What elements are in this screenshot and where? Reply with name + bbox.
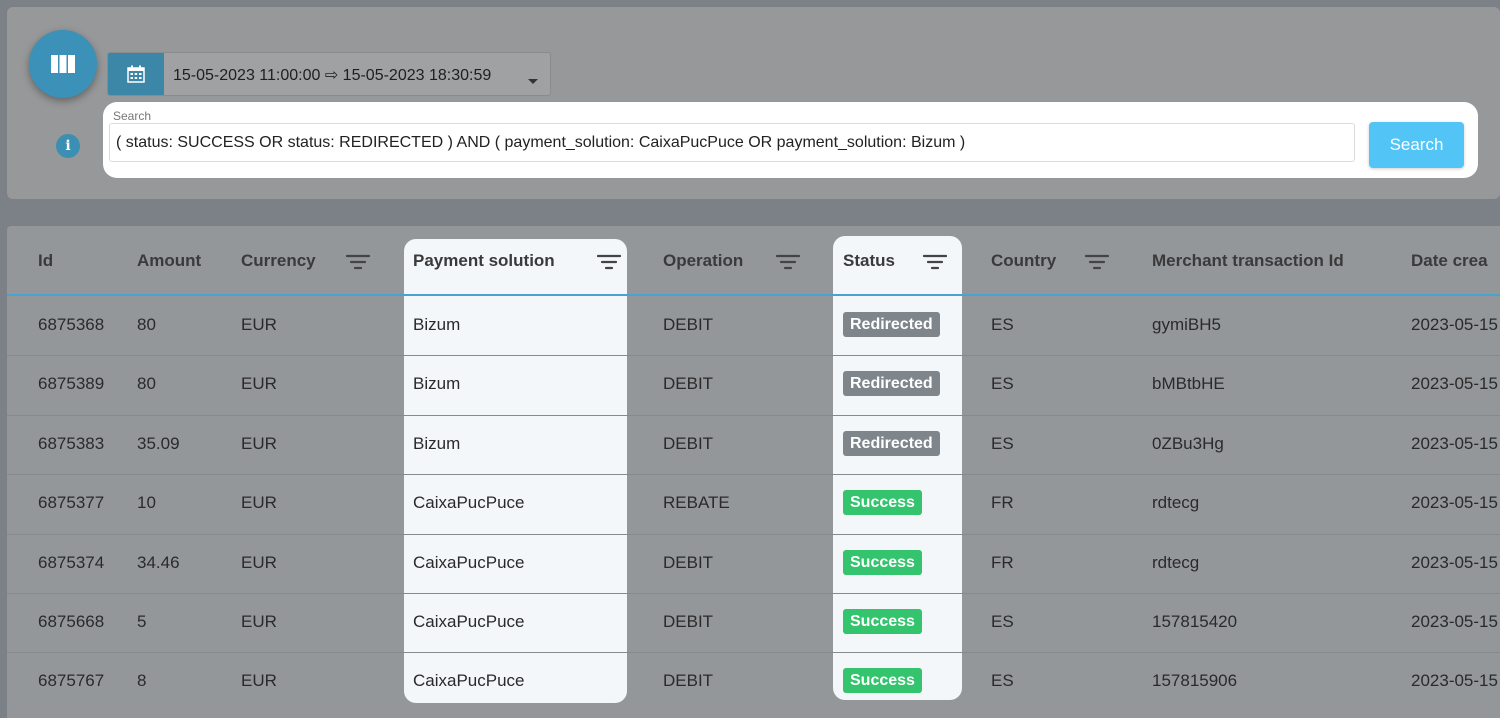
cell-date: 2023-05-15 [1411, 671, 1498, 690]
column-header-merchant-tx[interactable]: Merchant transaction Id [1152, 251, 1344, 271]
cell-amount: 80 [137, 374, 156, 393]
cell-payment-solution: CaixaPucPuce [413, 493, 525, 512]
cell-currency: EUR [241, 671, 277, 690]
cell-country: ES [991, 315, 1014, 334]
cell-country: FR [991, 493, 1014, 512]
columns-toggle-button[interactable] [29, 30, 97, 98]
status-badge: Success [843, 668, 922, 693]
date-range-picker[interactable]: 15-05-2023 11:00:00 ⇨ 15-05-2023 18:30:5… [107, 52, 551, 96]
header-divider [7, 294, 1500, 296]
column-header-id[interactable]: Id [38, 251, 53, 271]
cell-id: 6875668 [38, 612, 105, 631]
cell-operation: DEBIT [663, 612, 714, 631]
cell-amount: 8 [137, 671, 147, 690]
cell-payment-solution: Bizum [413, 434, 461, 453]
cell-merchant-tx: 0ZBu3Hg [1152, 434, 1224, 453]
cell-currency: EUR [241, 434, 277, 453]
calendar-icon [127, 65, 145, 83]
cell-operation: DEBIT [663, 374, 714, 393]
chevron-down-icon[interactable] [528, 79, 538, 84]
cell-amount: 80 [137, 315, 156, 334]
cell-date: 2023-05-15 [1411, 612, 1498, 631]
column-header-amount[interactable]: Amount [137, 251, 201, 271]
status-badge: Redirected [843, 371, 940, 396]
column-header-operation[interactable]: Operation [663, 251, 743, 271]
cell-amount: 35.09 [137, 434, 180, 453]
cell-date: 2023-05-15 [1411, 434, 1498, 453]
status-badge: Success [843, 550, 922, 575]
cell-merchant-tx: rdtecg [1152, 553, 1200, 572]
search-card: Search Search [103, 102, 1478, 178]
payment-solution-column-highlight [404, 239, 627, 703]
cell-country: FR [991, 553, 1014, 572]
cell-country: ES [991, 434, 1014, 453]
cell-operation: DEBIT [663, 315, 714, 334]
cell-country: ES [991, 612, 1014, 631]
cell-id: 6875389 [38, 374, 105, 393]
cell-date: 2023-05-15 [1411, 374, 1498, 393]
column-header-country[interactable]: Country [991, 251, 1056, 271]
row-divider [7, 534, 1500, 535]
cell-payment-solution: CaixaPucPuce [413, 553, 525, 572]
cell-id: 6875767 [38, 671, 105, 690]
cell-country: ES [991, 671, 1014, 690]
cell-id: 6875383 [38, 434, 105, 453]
columns-icon [51, 55, 75, 73]
cell-merchant-tx: bMBtbHE [1152, 374, 1225, 393]
cell-amount: 34.46 [137, 553, 180, 572]
row-divider [7, 355, 1500, 356]
calendar-button[interactable] [108, 53, 164, 95]
status-badge: Redirected [843, 431, 940, 456]
cell-id: 6875368 [38, 315, 105, 334]
info-icon-glyph: i [65, 138, 71, 154]
row-divider [7, 474, 1500, 475]
cell-date: 2023-05-15 [1411, 553, 1498, 572]
column-header-date[interactable]: Date crea [1411, 251, 1488, 271]
filter-icon[interactable] [775, 253, 801, 276]
row-divider [7, 652, 1500, 653]
cell-payment-solution: CaixaPucPuce [413, 612, 525, 631]
search-label: Search [113, 109, 152, 123]
filter-icon[interactable] [596, 253, 622, 276]
cell-payment-solution: Bizum [413, 315, 461, 334]
info-icon[interactable]: i [56, 134, 80, 158]
cell-operation: DEBIT [663, 671, 714, 690]
cell-payment-solution: Bizum [413, 374, 461, 393]
status-badge: Redirected [843, 312, 940, 337]
cell-operation: DEBIT [663, 434, 714, 453]
cell-operation: REBATE [663, 493, 730, 512]
column-header-status[interactable]: Status [843, 251, 895, 271]
search-button[interactable]: Search [1369, 122, 1464, 168]
search-input[interactable] [109, 123, 1355, 162]
cell-currency: EUR [241, 493, 277, 512]
row-divider [7, 593, 1500, 594]
cell-currency: EUR [241, 553, 277, 572]
column-header-payment-solution[interactable]: Payment solution [413, 251, 555, 271]
filter-icon[interactable] [345, 253, 371, 276]
cell-amount: 5 [137, 612, 147, 631]
cell-merchant-tx: 157815420 [1152, 612, 1238, 631]
date-range-value: 15-05-2023 11:00:00 ⇨ 15-05-2023 18:30:5… [173, 67, 492, 84]
cell-date: 2023-05-15 [1411, 315, 1498, 334]
cell-country: ES [991, 374, 1014, 393]
filter-icon[interactable] [922, 253, 948, 276]
cell-operation: DEBIT [663, 553, 714, 572]
cell-id: 6875374 [38, 553, 105, 572]
cell-currency: EUR [241, 612, 277, 631]
row-divider [7, 415, 1500, 416]
transactions-table [7, 226, 1500, 718]
cell-merchant-tx: 157815906 [1152, 671, 1238, 690]
column-header-currency[interactable]: Currency [241, 251, 316, 271]
filter-icon[interactable] [1084, 253, 1110, 276]
cell-merchant-tx: gymiBH5 [1152, 315, 1221, 334]
cell-currency: EUR [241, 374, 277, 393]
cell-merchant-tx: rdtecg [1152, 493, 1200, 512]
cell-amount: 10 [137, 493, 156, 512]
cell-currency: EUR [241, 315, 277, 334]
cell-payment-solution: CaixaPucPuce [413, 671, 525, 690]
cell-date: 2023-05-15 [1411, 493, 1498, 512]
status-badge: Success [843, 609, 922, 634]
cell-id: 6875377 [38, 493, 105, 512]
status-badge: Success [843, 490, 922, 515]
